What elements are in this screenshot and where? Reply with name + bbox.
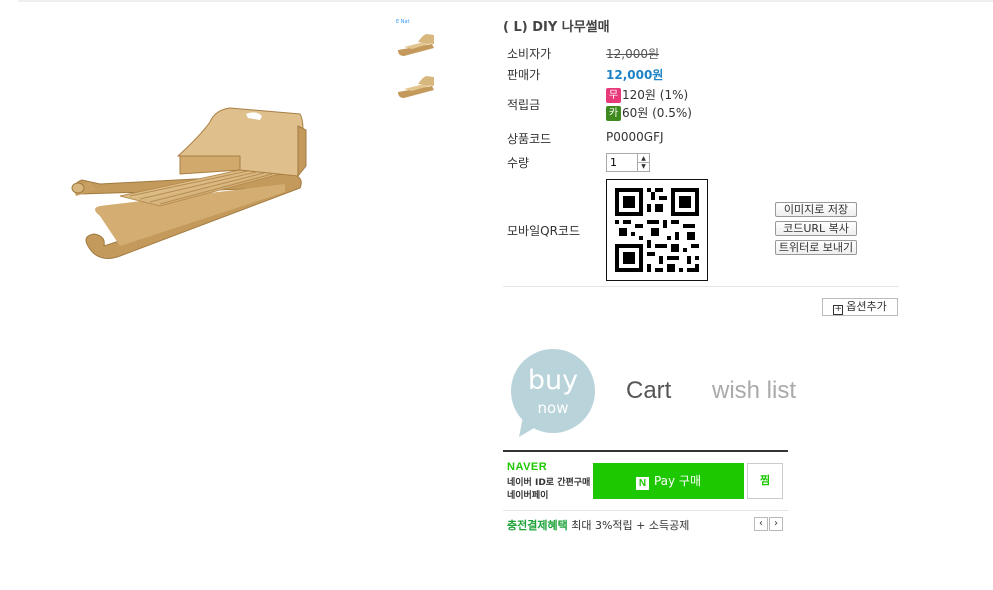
sale-price-label: 판매가 — [507, 68, 541, 82]
naver-pay-panel: NAVER 네이버 ID로 간편구매 네이버페이 N Pay 구매 찜 충전결제혜… — [503, 450, 788, 532]
product-title: ( L) DIY 나무썰매 — [503, 20, 610, 35]
chevron-left-icon[interactable]: ‹ — [754, 517, 768, 531]
buy-now-sublabel: now — [537, 399, 569, 417]
product-code-label: 상품코드 — [507, 132, 552, 146]
consumer-price-label: 소비자가 — [507, 47, 552, 61]
quantity-down-icon[interactable]: ▼ — [637, 162, 649, 171]
qr-code-image — [606, 179, 708, 281]
card-badge-icon: 카 — [606, 106, 621, 121]
consumer-price-value: 12,000원 — [606, 47, 660, 61]
cart-button[interactable]: Cart — [626, 377, 671, 405]
save-as-image-button[interactable]: 이미지로 저장 — [775, 202, 857, 217]
thumbnail-tag: E Nat — [396, 19, 410, 25]
points-cash: 120원 (1%) — [622, 88, 689, 102]
naver-n-icon: N — [635, 477, 649, 490]
points-card: 60원 (0.5%) — [622, 106, 692, 120]
points-line-2: 카 60원 (0.5%) — [606, 104, 692, 121]
points-line-1: 무 120원 (1%) — [606, 86, 688, 103]
naver-desc-line1: 네이버 ID로 간편구매 — [507, 478, 591, 488]
sale-price-value: 12,000원 — [606, 68, 664, 82]
points-label: 적립금 — [507, 98, 541, 112]
qr-label: 모바일QR코드 — [507, 224, 580, 238]
cash-badge-icon: 무 — [606, 88, 621, 103]
plus-icon: + — [833, 304, 844, 315]
add-option-label: 옵션추가 — [846, 300, 887, 313]
buy-now-label: buy — [527, 365, 579, 396]
benefit-text: 최대 3%적립 + 소득공제 — [567, 519, 690, 532]
product-code-value: P0000GFJ — [606, 130, 664, 144]
naver-jjim-button[interactable]: 찜 — [747, 463, 783, 499]
qr-code-icon — [607, 180, 707, 280]
naver-logo: NAVER — [507, 461, 548, 473]
copy-code-url-button[interactable]: 코드URL 복사 — [775, 221, 857, 236]
naver-pay-label: Pay 구매 — [653, 474, 702, 488]
wish-list-button[interactable]: wish list — [712, 377, 796, 405]
thumbnail-2[interactable] — [396, 72, 436, 100]
top-divider — [18, 0, 993, 2]
naver-desc-line2: 네이버페이 — [507, 491, 549, 501]
naver-benefit[interactable]: 충전결제혜택 최대 3%적립 + 소득공제 — [507, 517, 689, 533]
chevron-right-icon[interactable]: › — [769, 517, 783, 531]
naver-separator — [503, 510, 788, 511]
naver-pay-buy-button[interactable]: N Pay 구매 — [593, 463, 744, 499]
product-main-image[interactable] — [60, 96, 310, 268]
send-to-twitter-button[interactable]: 트위터로 보내기 — [775, 240, 857, 255]
quantity-label: 수량 — [507, 156, 530, 170]
thumbnail-list: E Nat — [396, 18, 440, 100]
quantity-input[interactable] — [607, 154, 640, 171]
thumbnail-1[interactable] — [396, 30, 436, 58]
add-option-button[interactable]: + 옵션추가 — [822, 298, 898, 316]
benefit-highlight: 충전결제혜택 — [507, 519, 568, 532]
info-divider — [503, 286, 899, 287]
naver-top-border — [503, 450, 788, 452]
quantity-stepper: ▲ ▼ — [606, 153, 650, 172]
